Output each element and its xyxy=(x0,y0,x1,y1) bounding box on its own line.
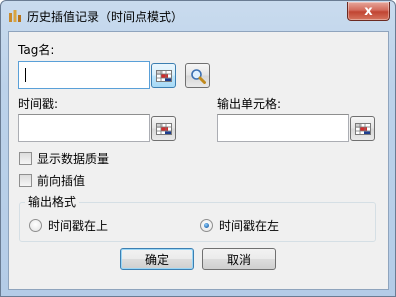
tag-name-input[interactable] xyxy=(18,61,150,89)
magnifier-icon xyxy=(190,68,206,84)
tag-search-button[interactable] xyxy=(185,63,210,88)
tag-cell-picker-button[interactable] xyxy=(151,63,176,88)
forward-interp-checkbox-row[interactable]: 前向插值 xyxy=(19,172,85,189)
radio-time-left-label: 时间戳在左 xyxy=(219,219,280,233)
ok-button[interactable]: 确定 xyxy=(120,248,194,270)
close-button[interactable]: x xyxy=(347,2,390,21)
timestamp-input[interactable] xyxy=(18,114,150,142)
dialog-body: Tag名: 时间戳: 输出单元格: 显示数据质量 前向插值 输出格式 时间戳在上… xyxy=(8,31,389,290)
text-caret xyxy=(25,68,26,82)
cell-picker-icon xyxy=(155,122,172,135)
timestamp-label: 时间戳: xyxy=(18,97,59,111)
dialog-window: 历史插值记录（时间点模式） x Tag名: 时间戳: 输出单元格: 显示数据质量… xyxy=(0,0,396,297)
show-quality-label: 显示数据质量 xyxy=(37,152,110,166)
close-icon: x xyxy=(364,3,373,19)
app-icon xyxy=(9,10,21,22)
radio-time-top-label: 时间戳在上 xyxy=(48,219,109,233)
radio-time-left[interactable] xyxy=(200,219,213,232)
tag-name-label: Tag名: xyxy=(18,43,55,57)
show-quality-checkbox-row[interactable]: 显示数据质量 xyxy=(19,150,109,167)
radio-option-time-left[interactable]: 时间戳在左 xyxy=(200,217,279,234)
forward-interp-label: 前向插值 xyxy=(37,174,86,188)
output-cell-input[interactable] xyxy=(217,114,349,142)
cell-picker-icon xyxy=(155,69,172,82)
forward-interp-checkbox[interactable] xyxy=(19,174,32,187)
radio-time-top[interactable] xyxy=(29,219,42,232)
radio-option-time-top[interactable]: 时间戳在上 xyxy=(29,217,108,234)
cell-picker-icon xyxy=(354,122,371,135)
show-quality-checkbox[interactable] xyxy=(19,152,32,165)
timestamp-cell-picker-button[interactable] xyxy=(151,116,176,141)
window-title: 历史插值记录（时间点模式） xyxy=(27,10,184,24)
output-cell-label: 输出单元格: xyxy=(217,97,282,111)
title-bar[interactable]: 历史插值记录（时间点模式） x xyxy=(1,1,395,31)
output-format-title: 输出格式 xyxy=(25,193,80,210)
cancel-button[interactable]: 取消 xyxy=(202,248,276,270)
output-cell-picker-button[interactable] xyxy=(350,116,375,141)
